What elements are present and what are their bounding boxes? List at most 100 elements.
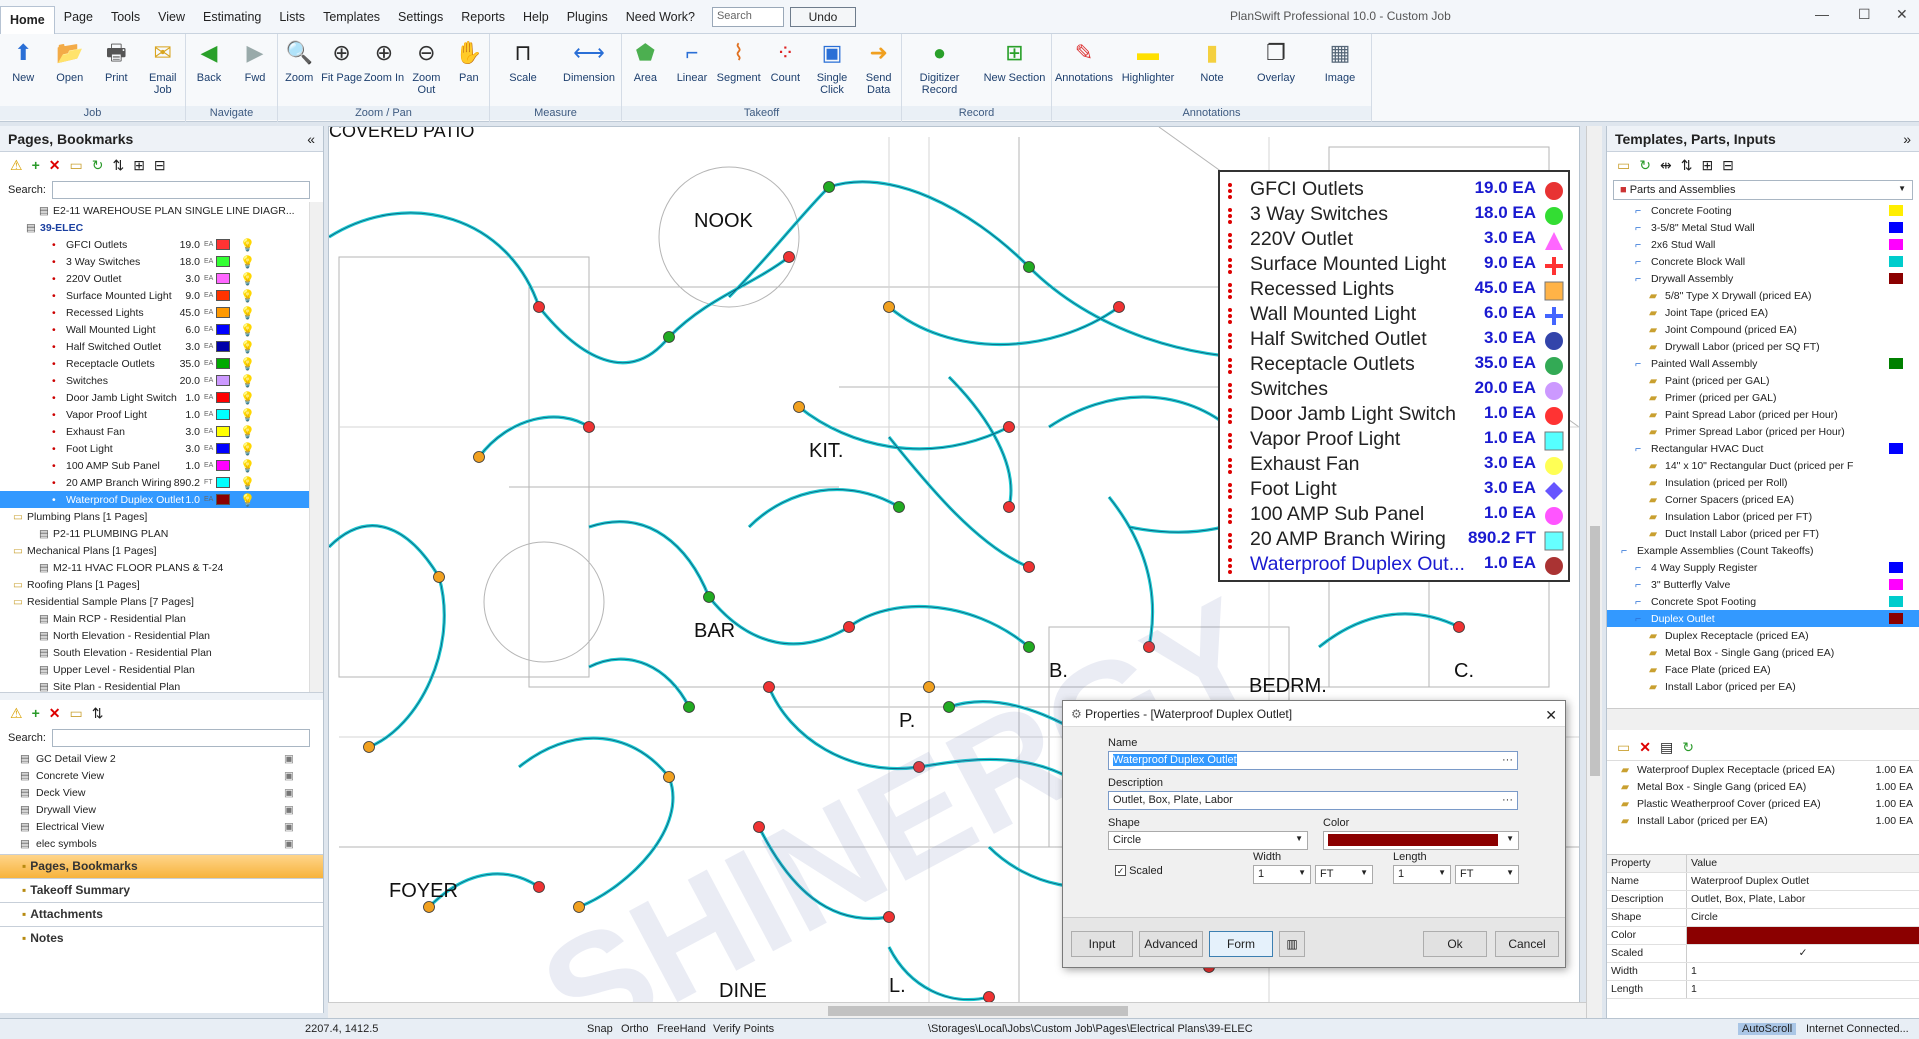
tree-item[interactable]: ▤ Site Plan - Residential Plan <box>0 678 323 693</box>
horizontal-scrollbar[interactable] <box>328 1002 1586 1018</box>
takeoff-symbol[interactable] <box>583 421 595 433</box>
tree-item[interactable]: • Door Jamb Light Switch 1.0 EA 💡 <box>0 389 323 406</box>
expand-icon[interactable]: ⊞ <box>1701 157 1713 174</box>
ribbon-button[interactable]: ⁘ Count <box>762 38 809 85</box>
property-row[interactable]: Scaled ✓ <box>1607 945 1919 963</box>
width-unit-select[interactable]: FT ▼ <box>1315 865 1373 884</box>
menu-tab[interactable]: Settings <box>389 0 452 34</box>
ribbon-button[interactable]: ▦ Image <box>1308 38 1372 85</box>
camera-icon[interactable]: ▣ <box>284 838 294 850</box>
lightbulb-icon[interactable]: 💡 <box>240 459 255 473</box>
collapse-icon[interactable]: » <box>1903 131 1911 147</box>
ribbon-button[interactable]: ▣ Single Click <box>809 38 856 97</box>
ribbon-button[interactable]: ⬟ Area <box>622 38 669 85</box>
tree-item[interactable]: • Exhaust Fan 3.0 EA 💡 <box>0 423 323 440</box>
ribbon-button[interactable]: 🔍 Zoom <box>278 38 320 85</box>
delete-icon[interactable]: ✕ <box>49 157 61 174</box>
part-tree-item[interactable]: ▰ Duct Install Labor (priced per FT) <box>1607 525 1919 542</box>
tree-item[interactable]: ▤ 39-ELEC <box>0 219 323 236</box>
freehand-toggle[interactable]: FreeHand <box>657 1023 706 1035</box>
wizard-icon[interactable]: ⚠ <box>10 157 23 174</box>
ellipsis-icon[interactable]: ··· <box>1502 754 1513 766</box>
delete-icon[interactable]: ✕ <box>1639 739 1651 756</box>
ellipsis-icon[interactable]: ··· <box>1502 794 1513 806</box>
takeoff-symbol[interactable] <box>793 401 805 413</box>
branch-wiring[interactable] <box>368 576 446 749</box>
parts-dropdown[interactable]: ■ Parts and Assemblies ▼ <box>1613 180 1913 200</box>
tree-item[interactable]: • GFCI Outlets 19.0 EA 💡 <box>0 236 323 253</box>
takeoff-symbol[interactable] <box>1003 501 1015 513</box>
refresh-icon[interactable]: ↻ <box>92 157 104 174</box>
lightbulb-icon[interactable]: 💡 <box>240 272 255 286</box>
minimize-icon[interactable]: — <box>1815 6 1829 22</box>
expand-icon[interactable]: ⊞ <box>133 157 145 174</box>
part-tree-item[interactable]: ▰ Joint Tape (priced EA) <box>1607 304 1919 321</box>
takeoff-symbol[interactable] <box>1003 421 1015 433</box>
takeoff-symbol[interactable] <box>923 681 935 693</box>
chevron-down-icon[interactable]: ▼ <box>1295 834 1303 843</box>
chevron-down-icon[interactable]: ▼ <box>1506 834 1514 843</box>
assembly-item[interactable]: ▰ Install Labor (priced per EA) 1.00 EA <box>1607 812 1919 829</box>
autoscroll-toggle[interactable]: AutoScroll <box>1738 1023 1797 1035</box>
ok-button[interactable]: Ok <box>1423 931 1487 957</box>
ribbon-button[interactable]: ⊖ Zoom Out <box>405 38 447 97</box>
part-tree-item[interactable]: ▰ Joint Compound (priced EA) <box>1607 321 1919 338</box>
takeoff-symbol[interactable] <box>1023 641 1035 653</box>
camera-icon[interactable]: ▣ <box>284 770 294 782</box>
nav-pane-button[interactable]: ▪ Attachments <box>0 902 323 926</box>
tree-item[interactable]: ▭ Plumbing Plans [1 Pages] <box>0 508 323 525</box>
input-button[interactable]: Input <box>1071 931 1133 957</box>
property-value[interactable]: 1 <box>1687 981 1919 998</box>
menu-tab[interactable]: Tools <box>102 0 149 34</box>
lightbulb-icon[interactable]: 💡 <box>240 391 255 405</box>
tree-item[interactable]: ▤ P2-11 PLUMBING PLAN <box>0 525 323 542</box>
length-unit-select[interactable]: FT ▼ <box>1455 865 1519 884</box>
takeoff-symbol[interactable] <box>1453 621 1465 633</box>
close-icon[interactable]: ✕ <box>1545 707 1557 724</box>
part-tree-item[interactable]: ▰ 14" x 10" Rectangular Duct (priced per … <box>1607 457 1919 474</box>
tree-hscroll[interactable] <box>1607 708 1919 730</box>
camera-icon[interactable]: ▣ <box>284 804 294 816</box>
property-value[interactable] <box>1687 927 1919 944</box>
property-row[interactable]: Color <box>1607 927 1919 945</box>
part-tree-item[interactable]: ▰ Insulation (priced per Roll) <box>1607 474 1919 491</box>
collapse-all-icon[interactable]: ⊟ <box>154 157 166 174</box>
bookmark-item[interactable]: ▤ Deck View ▣ <box>0 784 323 801</box>
collapse-all-icon[interactable]: ⊟ <box>1722 157 1734 174</box>
folder-icon[interactable]: ▭ <box>69 157 82 174</box>
takeoff-symbol[interactable] <box>663 331 675 343</box>
branch-wiring[interactable] <box>887 305 1120 346</box>
tree-item[interactable]: • Switches 20.0 EA 💡 <box>0 372 323 389</box>
bookmark-item[interactable]: ▤ Concrete View ▣ <box>0 767 323 784</box>
ribbon-button[interactable]: ⌐ Linear <box>669 38 716 85</box>
tree-item[interactable]: • Waterproof Duplex Outlet 1.0 EA 💡 <box>0 491 323 508</box>
delete-icon[interactable]: ✕ <box>49 705 61 722</box>
lightbulb-icon[interactable]: 💡 <box>240 357 255 371</box>
sort-icon[interactable]: ⇅ <box>92 705 104 722</box>
camera-icon[interactable]: ▣ <box>284 787 294 799</box>
part-tree-item[interactable]: ▰ Install Labor (priced per EA) <box>1607 678 1919 695</box>
folder-icon[interactable]: ▭ <box>1617 739 1630 756</box>
lightbulb-icon[interactable]: 💡 <box>240 323 255 337</box>
camera-icon[interactable]: ▣ <box>284 821 294 833</box>
property-row[interactable]: Width 1 <box>1607 963 1919 981</box>
takeoff-symbol[interactable] <box>983 991 995 1003</box>
branch-wiring[interactable] <box>848 605 1031 649</box>
takeoff-symbol[interactable] <box>533 301 545 313</box>
menu-tab[interactable]: Plugins <box>558 0 617 34</box>
tree-item[interactable]: • 100 AMP Sub Panel 1.0 EA 💡 <box>0 457 323 474</box>
tree-item[interactable]: ▭ Mechanical Plans [1 Pages] <box>0 542 323 559</box>
part-tree-item[interactable]: ▰ Corner Spacers (priced EA) <box>1607 491 1919 508</box>
tree-scrollbar[interactable] <box>309 202 323 692</box>
property-value[interactable]: Outlet, Box, Plate, Labor <box>1687 891 1919 908</box>
part-tree-item[interactable]: ▰ 5/8" Type X Drywall (priced EA) <box>1607 287 1919 304</box>
part-tree-item[interactable]: ▰ Metal Box - Single Gang (priced EA) <box>1607 644 1919 661</box>
ribbon-button[interactable]: ⊞ New Section <box>977 38 1052 85</box>
ribbon-button[interactable]: ✋ Pan <box>448 38 490 85</box>
folder-icon[interactable]: ▭ <box>69 705 82 722</box>
form-layout-icon[interactable]: ▥ <box>1279 931 1305 957</box>
ribbon-button[interactable]: ⬆ New <box>0 38 47 85</box>
lightbulb-icon[interactable]: 💡 <box>240 493 255 507</box>
takeoff-symbol[interactable] <box>363 741 375 753</box>
split-icon[interactable]: ⇹ <box>1660 157 1672 174</box>
